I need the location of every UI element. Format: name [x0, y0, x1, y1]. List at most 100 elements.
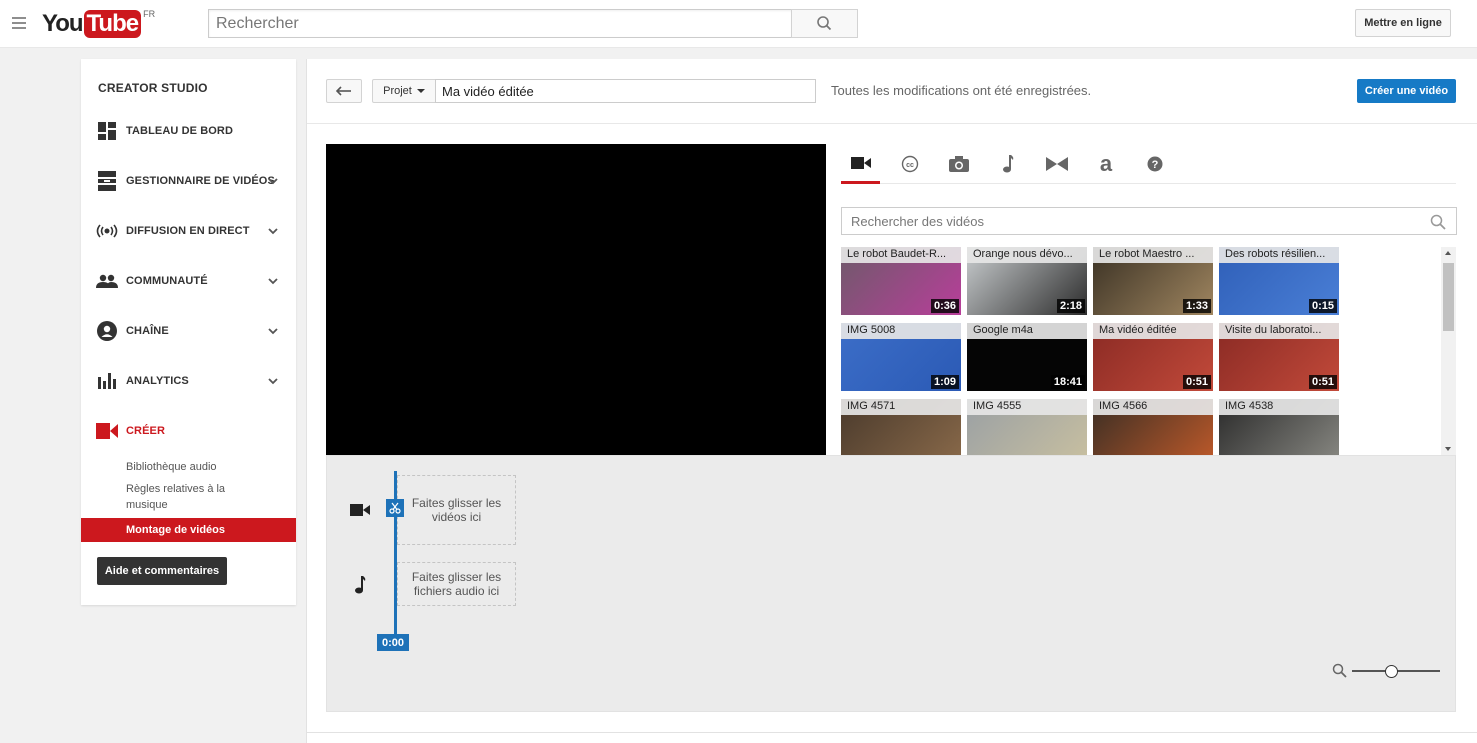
video-preview-player[interactable]: [326, 144, 826, 455]
help-feedback-button[interactable]: Aide et commentaires: [97, 557, 227, 585]
audio-drop-text: Faites glisser les fichiers audio ici: [411, 570, 502, 598]
zoom-slider-knob[interactable]: [1384, 665, 1398, 678]
video-manager-icon: [96, 171, 118, 191]
video-thumbnail[interactable]: IMG 4566: [1093, 399, 1213, 455]
video-thumbnail[interactable]: IMG 4538: [1219, 399, 1339, 455]
video-thumbnail[interactable]: Orange nous dévo... 2:18: [967, 247, 1087, 315]
creator-sidebar: CREATOR STUDIO TABLEAU DE BORD GESTIONNA…: [81, 59, 296, 605]
nav-label: COMMUNAUTÉ: [126, 275, 208, 287]
tab-audio[interactable]: [988, 144, 1027, 184]
video-thumbnail[interactable]: Google m4a 18:41: [967, 323, 1087, 391]
help-icon: ?: [1147, 156, 1162, 172]
video-drop-zone[interactable]: Faites glisser les vidéos ici: [397, 475, 516, 545]
video-duration-badge: 18:41: [1050, 375, 1085, 389]
sub-music-policies-cont[interactable]: musique: [81, 497, 296, 513]
scroll-thumb[interactable]: [1443, 263, 1454, 331]
tab-videos[interactable]: [841, 144, 880, 184]
country-code: FR: [143, 9, 156, 19]
community-icon: [96, 271, 118, 291]
logo-tube: Tube: [83, 10, 142, 38]
nav-channel[interactable]: CHAÎNE: [81, 313, 296, 349]
search-button[interactable]: [791, 9, 858, 38]
video-camera-icon: [850, 156, 871, 169]
playhead-handle[interactable]: [386, 499, 404, 517]
upload-button[interactable]: Mettre en ligne: [1355, 9, 1451, 37]
video-thumbnail[interactable]: Visite du laboratoi... 0:51: [1219, 323, 1339, 391]
nav-label: GESTIONNAIRE DE VIDÉOS: [126, 175, 275, 187]
scroll-up-icon[interactable]: [1445, 251, 1451, 255]
masthead: You Tube FR Mettre en ligne: [0, 0, 1477, 48]
tab-photos[interactable]: [939, 144, 978, 184]
video-thumbnail-grid: Le robot Baudet-R... 0:36 Orange nous dévo…: [841, 247, 1441, 455]
chevron-down-icon: [268, 328, 278, 335]
video-duration-badge: 2:18: [1056, 299, 1085, 313]
search-icon: [817, 16, 832, 31]
video-thumbnail[interactable]: Le robot Maestro ... 1:33: [1093, 247, 1213, 315]
channel-icon: [96, 321, 118, 341]
nav-analytics[interactable]: ANALYTICS: [81, 363, 296, 399]
timeline-panel: Faites glisser les vidéos ici Faites gli…: [326, 455, 1456, 712]
chevron-down-icon: [268, 278, 278, 285]
video-thumbnail-title: Orange nous dévo...: [967, 247, 1087, 263]
search-icon[interactable]: [1430, 214, 1446, 230]
create-video-button[interactable]: Créer une vidéo: [1357, 79, 1456, 103]
svg-text:a: a: [1099, 154, 1112, 174]
video-thumbnail[interactable]: IMG 4555: [967, 399, 1087, 455]
video-thumbnail-title: Le robot Baudet-R...: [841, 247, 961, 263]
chevron-down-icon: [268, 178, 278, 185]
zoom-icon: [1332, 663, 1347, 678]
grid-scrollbar[interactable]: [1441, 247, 1456, 455]
tab-help[interactable]: ?: [1135, 144, 1174, 184]
tab-text[interactable]: a: [1086, 144, 1125, 184]
video-search-input[interactable]: [842, 208, 1456, 234]
video-thumbnail-title: Des robots résilien...: [1219, 247, 1339, 263]
video-editor: Projet Toutes les modifications ont été …: [306, 59, 1477, 743]
project-title-input[interactable]: [435, 79, 816, 103]
nav-live[interactable]: DIFFUSION EN DIRECT: [81, 213, 296, 249]
playhead-line[interactable]: [394, 471, 397, 639]
menu-icon[interactable]: [12, 17, 26, 29]
tab-creative-commons[interactable]: cc: [890, 144, 929, 184]
sub-audio-library[interactable]: Bibliothèque audio: [81, 459, 296, 475]
svg-text:cc: cc: [906, 162, 914, 169]
video-thumbnail[interactable]: Le robot Baudet-R... 0:36: [841, 247, 961, 315]
creator-studio-title: CREATOR STUDIO: [98, 81, 208, 95]
project-dropdown[interactable]: Projet: [372, 79, 436, 103]
video-thumbnail[interactable]: Ma vidéo éditée 0:51: [1093, 323, 1213, 391]
svg-text:?: ?: [1151, 159, 1158, 171]
music-note-icon: [1002, 155, 1013, 173]
nav-create[interactable]: CRÉER: [81, 413, 296, 449]
video-thumbnail-title: IMG 5008: [841, 323, 961, 339]
photo-camera-icon: [948, 156, 969, 172]
live-broadcast-icon: [96, 221, 118, 241]
chevron-down-icon: [268, 378, 278, 385]
video-track-icon: [349, 500, 371, 520]
analytics-icon: [96, 371, 118, 391]
scroll-down-icon[interactable]: [1445, 447, 1451, 451]
youtube-logo[interactable]: You Tube FR: [42, 9, 156, 38]
video-thumbnail[interactable]: IMG 5008 1:09: [841, 323, 961, 391]
nav-community[interactable]: COMMUNAUTÉ: [81, 263, 296, 299]
search-input[interactable]: [209, 10, 792, 37]
video-thumbnail-title: IMG 4566: [1093, 399, 1213, 415]
chevron-down-icon: [268, 228, 278, 235]
video-duration-badge: 0:51: [1308, 375, 1337, 389]
video-thumbnail-title: Ma vidéo éditée: [1093, 323, 1213, 339]
nav-dashboard[interactable]: TABLEAU DE BORD: [81, 113, 296, 149]
video-duration-badge: 1:09: [930, 375, 959, 389]
save-status: Toutes les modifications ont été enregis…: [831, 83, 1092, 98]
tab-transitions[interactable]: [1037, 144, 1076, 184]
sub-video-editor[interactable]: Montage de vidéos: [81, 518, 296, 542]
sub-music-policies[interactable]: Règles relatives à la: [81, 481, 296, 497]
back-button[interactable]: [326, 79, 362, 103]
audio-drop-zone[interactable]: Faites glisser les fichiers audio ici: [397, 562, 516, 606]
nav-video-manager[interactable]: GESTIONNAIRE DE VIDÉOS: [81, 163, 296, 199]
project-label: Projet: [383, 85, 412, 97]
editor-header: Projet Toutes les modifications ont été …: [306, 59, 1477, 124]
transitions-icon: [1045, 157, 1068, 171]
video-thumbnail[interactable]: IMG 4571: [841, 399, 961, 455]
caret-down-icon: [416, 89, 425, 93]
video-thumbnail[interactable]: Des robots résilien... 0:15: [1219, 247, 1339, 315]
video-duration-badge: 0:36: [930, 299, 959, 313]
video-duration-badge: 0:51: [1182, 375, 1211, 389]
